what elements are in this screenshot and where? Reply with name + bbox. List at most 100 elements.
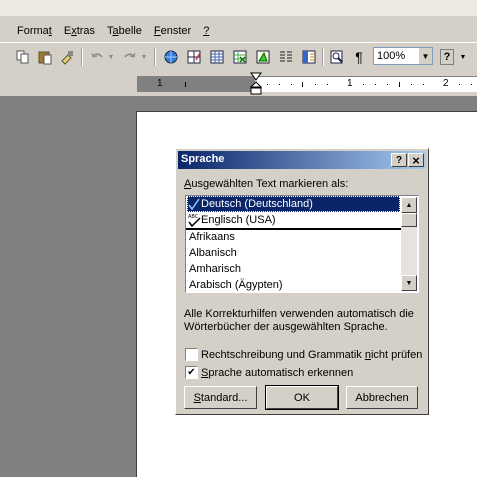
ruler-tick [267, 84, 268, 85]
drawing-icon[interactable] [254, 48, 272, 66]
scroll-thumb[interactable] [401, 213, 417, 227]
ruler-tick [291, 84, 292, 85]
menu-format-text: Forma [17, 25, 49, 37]
scroll-down-icon[interactable]: ▼ [401, 275, 417, 291]
ruler-tick [387, 84, 388, 85]
help-glyph: ? [443, 51, 451, 63]
zoom-select[interactable]: 100% ▼ [373, 47, 433, 65]
menu-tabelle-post: belle [118, 25, 142, 37]
hyperlink-icon[interactable] [162, 48, 180, 66]
language-name: Deutsch (Deutschland) [201, 198, 313, 210]
print-preview-icon[interactable] [328, 48, 346, 66]
standard-button-label: tandard... [200, 391, 248, 404]
chevron-down-icon[interactable]: ▼ [419, 48, 432, 64]
auto-detect-label[interactable]: Sprache automatisch erkennen [201, 367, 353, 379]
list-scrollbar[interactable]: ▲ ▼ [401, 197, 417, 291]
scroll-up-icon[interactable]: ▲ [401, 197, 417, 213]
no-proofing-label-post: icht prüfen [370, 349, 423, 361]
menu-format[interactable]: Format [0, 21, 58, 41]
list-item[interactable]: Arabisch (Ägypten) [187, 277, 400, 292]
menu-help[interactable]: ? [197, 21, 215, 41]
menu-help-accel: ? [203, 25, 210, 37]
cancel-button[interactable]: Abbrechen [346, 386, 418, 409]
ruler-tick [423, 84, 424, 85]
list-label-text: usgewählten Text markieren als: [191, 178, 349, 190]
toolbar-options-icon[interactable]: ▼ [458, 48, 468, 66]
ruler-tick [315, 84, 316, 85]
language-list[interactable]: Deutsch (Deutschland) ABC Englisch (USA)… [185, 195, 419, 293]
paragraph-glyph: ¶ [355, 49, 363, 65]
cancel-button-label: Abbrechen [355, 391, 409, 404]
menu-extras-post: tras [76, 25, 96, 37]
language-name: Afrikaans [189, 231, 235, 243]
columns-icon[interactable] [277, 48, 295, 66]
toolbar-separator [322, 48, 324, 66]
ruler-tick [279, 84, 280, 85]
auto-detect-checkbox[interactable]: ✔ [185, 366, 198, 379]
auto-detect-label-post: prache automatisch erkennen [208, 367, 354, 379]
close-button[interactable]: × [408, 153, 424, 168]
menu-fenster-post: enster [160, 25, 192, 37]
help-button[interactable]: ? [391, 153, 407, 167]
list-item[interactable]: Amharisch [187, 261, 400, 277]
paste-icon[interactable] [36, 48, 54, 66]
redo-icon[interactable] [121, 48, 139, 66]
ruler-tick [185, 82, 186, 87]
ok-button-label: OK [294, 391, 310, 404]
standard-toolbar: ▼ ▼ ¶ 100% ▼ ? ▼ [0, 42, 477, 73]
standard-button[interactable]: Standard... [184, 386, 257, 409]
ruler-tick [471, 84, 472, 85]
ruler-tick [459, 84, 460, 85]
redo-dropdown-icon[interactable]: ▼ [139, 48, 149, 66]
ruler-tick [327, 84, 328, 85]
list-item[interactable]: Albanisch [187, 245, 400, 261]
language-name: Albanisch [189, 247, 237, 259]
help-glyph: ? [395, 154, 403, 166]
list-item[interactable]: Afrikaans [187, 229, 400, 245]
no-proofing-checkbox[interactable] [185, 348, 198, 361]
ruler-tick [411, 84, 412, 85]
undo-icon[interactable] [88, 48, 106, 66]
undo-dropdown-icon[interactable]: ▼ [106, 48, 116, 66]
copy-icon[interactable] [14, 48, 32, 66]
menu-bar: Format Extras Tabelle Fenster ? [0, 0, 477, 42]
zoom-value: 100% [377, 50, 406, 62]
dialog-title: Sprache [181, 153, 225, 165]
ruler-tick [375, 84, 376, 85]
ruler-tick [399, 82, 400, 87]
format-painter-icon[interactable] [58, 48, 76, 66]
tables-borders-icon[interactable] [185, 48, 203, 66]
menu-format-accel: t [48, 25, 52, 37]
menu-items: Format Extras Tabelle Fenster ? [0, 21, 215, 41]
ruler-number: 1 [347, 78, 353, 89]
menu-fenster-accel: F [153, 25, 161, 37]
ok-button[interactable]: OK [265, 385, 339, 410]
no-proofing-label-pre: Rechtschreibung und Grammatik [201, 349, 365, 361]
horizontal-ruler[interactable]: 1 1 2 [137, 76, 477, 92]
spellcheck-icon: ABC [188, 214, 201, 227]
language-name: Arabisch (Ägypten) [189, 279, 283, 291]
insert-table-icon[interactable] [208, 48, 226, 66]
checkmark-icon: ✔ [187, 366, 196, 378]
info-text-line2: Wörterbücher der ausgewählten Sprache. [184, 321, 388, 333]
ruler-margin [137, 77, 255, 92]
toolbar-separator [81, 48, 83, 66]
list-item[interactable]: Deutsch (Deutschland) [187, 196, 400, 212]
menu-fenster[interactable]: Fenster [148, 21, 197, 41]
dialog-titlebar[interactable]: Sprache ? × [178, 151, 426, 169]
toolbar-separator [154, 48, 156, 66]
insert-excel-icon[interactable] [231, 48, 249, 66]
menu-extras[interactable]: Extras [58, 21, 101, 41]
show-formatting-icon[interactable]: ¶ [350, 48, 368, 66]
document-map-icon[interactable] [300, 48, 318, 66]
help-icon[interactable]: ? [440, 49, 454, 65]
list-item[interactable]: ABC Englisch (USA) [187, 212, 400, 228]
menu-tabelle[interactable]: Tabelle [101, 21, 148, 41]
ruler-number: 1 [157, 78, 163, 89]
indent-marker-icon[interactable] [250, 72, 262, 96]
ruler-tick [302, 82, 303, 87]
svg-text:ABC: ABC [188, 214, 199, 220]
list-label: Ausgewählten Text markieren als: [184, 178, 348, 190]
no-proofing-label[interactable]: Rechtschreibung und Grammatik nicht prüf… [201, 349, 422, 361]
language-name: Amharisch [189, 263, 241, 275]
